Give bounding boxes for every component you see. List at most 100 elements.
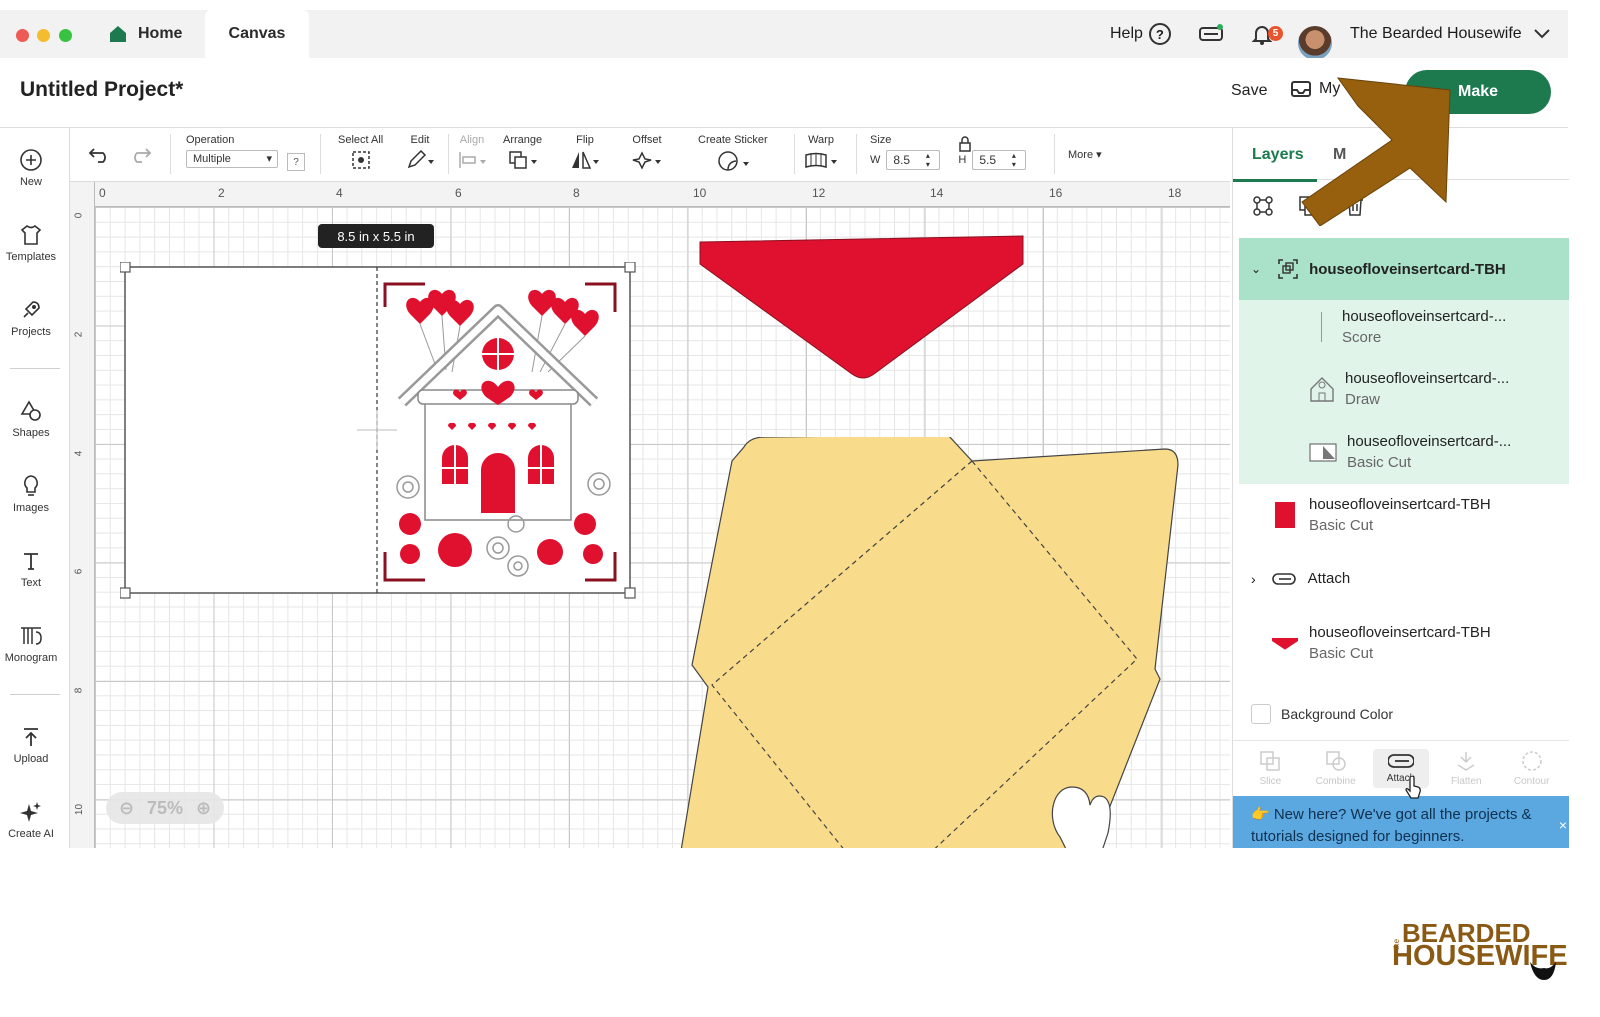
flip-button[interactable]: Flip bbox=[570, 134, 600, 170]
home-icon bbox=[110, 26, 126, 42]
notification-count-badge: 5 bbox=[1268, 26, 1283, 41]
ruler-vertical: 0 2 4 6 8 10 bbox=[70, 182, 95, 848]
flatten-label: Flatten bbox=[1451, 776, 1482, 787]
lock-icon[interactable] bbox=[958, 136, 972, 152]
redo-icon[interactable] bbox=[128, 146, 152, 164]
sidebar-item-upload[interactable]: Upload bbox=[0, 725, 62, 765]
layer-row[interactable]: houseofloveinsertcard-TBH Basic Cut bbox=[1275, 496, 1491, 534]
sidebar-item-projects[interactable]: Projects bbox=[0, 298, 62, 338]
edit-button[interactable]: Edit bbox=[406, 134, 434, 170]
operation-control: Operation Multiple bbox=[186, 134, 278, 168]
attach-group-row[interactable]: › Attach bbox=[1251, 570, 1350, 587]
layer-row[interactable]: houseofloveinsertcard-... Score bbox=[1309, 308, 1506, 346]
sidebar-item-monogram[interactable]: Monogram bbox=[0, 624, 62, 664]
beginner-banner[interactable]: 👉 New here? We've got all the projects &… bbox=[1233, 796, 1569, 848]
tab-home[interactable]: Home bbox=[108, 10, 182, 58]
close-window-button[interactable] bbox=[16, 29, 29, 42]
envelope-liner[interactable] bbox=[698, 234, 1028, 384]
width-input[interactable]: 8.5 bbox=[886, 150, 941, 170]
ruler-tick-label: 2 bbox=[73, 331, 85, 338]
avatar[interactable] bbox=[1298, 26, 1332, 60]
align-button[interactable]: Align bbox=[458, 134, 486, 170]
background-color-row[interactable]: Background Color bbox=[1251, 704, 1393, 724]
operation-help-button[interactable]: ? bbox=[287, 153, 305, 171]
zoom-in-icon[interactable]: ⊕ bbox=[196, 798, 211, 819]
sidebar-item-create-ai[interactable]: Create AI bbox=[0, 800, 62, 840]
combine-button[interactable]: Combine bbox=[1308, 750, 1364, 787]
toolbar-divider bbox=[1054, 134, 1055, 174]
sidebar-divider bbox=[10, 694, 60, 695]
design-canvas[interactable]: 0 2 4 6 8 10 12 14 16 18 0 2 4 6 8 10 8.… bbox=[70, 182, 1230, 848]
edit-label: Edit bbox=[410, 134, 430, 146]
sidebar-label-templates: Templates bbox=[5, 251, 57, 263]
rocket-icon bbox=[23, 301, 40, 318]
score-line-icon bbox=[1321, 312, 1322, 342]
operation-select[interactable]: Multiple bbox=[186, 150, 278, 168]
sidebar-item-new[interactable]: New bbox=[0, 148, 62, 188]
ruler-tick-label: 0 bbox=[99, 186, 106, 200]
tab-home-label: Home bbox=[138, 25, 183, 42]
operation-label: Operation bbox=[186, 134, 235, 146]
help-button[interactable]: Help ? bbox=[1110, 10, 1171, 58]
project-title: Untitled Project* bbox=[20, 78, 184, 101]
ruler-tick-label: 8 bbox=[73, 687, 85, 694]
ruler-horizontal: 0 2 4 6 8 10 12 14 16 18 bbox=[70, 182, 1230, 207]
select-all-label: Select All bbox=[338, 134, 384, 146]
background-color-checkbox[interactable] bbox=[1251, 704, 1271, 724]
maximize-window-button[interactable] bbox=[59, 29, 72, 42]
layer-group-row[interactable]: ⌄ houseofloveinsertcard-TBH bbox=[1239, 238, 1569, 300]
warp-icon bbox=[805, 152, 837, 169]
combine-icon bbox=[1325, 751, 1346, 771]
sidebar-item-text[interactable]: Text bbox=[0, 549, 62, 589]
warp-label: Warp bbox=[808, 134, 834, 146]
chevron-down-icon bbox=[1533, 29, 1550, 39]
layer-name: houseofloveinsertcard-... bbox=[1345, 370, 1510, 387]
warp-button[interactable]: Warp bbox=[804, 134, 838, 170]
more-button[interactable]: More ▾ bbox=[1068, 148, 1102, 162]
flip-label: Flip bbox=[576, 134, 594, 146]
sidebar-item-shapes[interactable]: Shapes bbox=[0, 399, 62, 439]
user-name: The Bearded Housewife bbox=[1350, 25, 1522, 42]
offset-button[interactable]: Offset bbox=[632, 134, 662, 170]
layer-row[interactable]: houseofloveinsertcard-TBH Basic Cut bbox=[1271, 624, 1491, 662]
minimize-window-button[interactable] bbox=[37, 29, 50, 42]
group-icon[interactable] bbox=[1251, 194, 1275, 218]
zoom-out-icon[interactable]: ⊖ bbox=[119, 798, 134, 819]
tab-canvas[interactable]: Canvas bbox=[205, 10, 309, 58]
sidebar-item-templates[interactable]: Templates bbox=[0, 223, 62, 263]
ruler-tick-label: 0 bbox=[73, 212, 85, 219]
help-label: Help bbox=[1110, 25, 1143, 42]
slice-button[interactable]: Slice bbox=[1242, 750, 1298, 787]
chevron-down-icon[interactable]: ⌄ bbox=[1251, 262, 1261, 276]
sidebar-label-create-ai: Create AI bbox=[8, 828, 54, 840]
arrange-button[interactable]: Arrange bbox=[503, 134, 542, 170]
layer-name: houseofloveinsertcard-... bbox=[1342, 308, 1507, 325]
height-input[interactable]: 5.5 bbox=[972, 150, 1027, 170]
close-icon[interactable]: × bbox=[1559, 814, 1567, 836]
flatten-button[interactable]: Flatten bbox=[1438, 750, 1494, 787]
layer-row[interactable]: houseofloveinsertcard-... Draw bbox=[1309, 370, 1509, 408]
sidebar-item-images[interactable]: Images bbox=[0, 474, 62, 514]
ruler-tick-label: 4 bbox=[73, 450, 85, 457]
select-all-icon bbox=[351, 151, 370, 169]
layer-name: houseofloveinsertcard-TBH bbox=[1309, 496, 1491, 513]
save-button[interactable]: Save bbox=[1231, 82, 1267, 100]
user-menu[interactable]: The Bearded Housewife bbox=[1350, 10, 1550, 58]
tab-layers[interactable]: Layers bbox=[1233, 146, 1317, 182]
chevron-right-icon[interactable]: › bbox=[1251, 571, 1256, 587]
ruler-tick-label: 2 bbox=[218, 186, 225, 200]
create-sticker-button[interactable]: Create Sticker bbox=[698, 134, 768, 172]
envelope[interactable] bbox=[680, 437, 1190, 848]
flip-icon bbox=[572, 151, 599, 169]
arrow-pointer-icon bbox=[1301, 77, 1451, 226]
sidebar-label-upload: Upload bbox=[13, 753, 49, 765]
cricut-machine-icon bbox=[1199, 24, 1223, 41]
undo-icon[interactable] bbox=[88, 146, 112, 164]
insert-card[interactable] bbox=[120, 262, 640, 602]
select-all-button[interactable]: Select All bbox=[338, 134, 383, 170]
layer-row[interactable]: houseofloveinsertcard-... Basic Cut bbox=[1309, 433, 1511, 471]
machine-button[interactable] bbox=[1198, 10, 1224, 58]
contour-button[interactable]: Contour bbox=[1504, 750, 1560, 787]
group-children: houseofloveinsertcard-... Score houseofl… bbox=[1239, 300, 1569, 484]
sidebar-label-projects: Projects bbox=[11, 326, 51, 338]
